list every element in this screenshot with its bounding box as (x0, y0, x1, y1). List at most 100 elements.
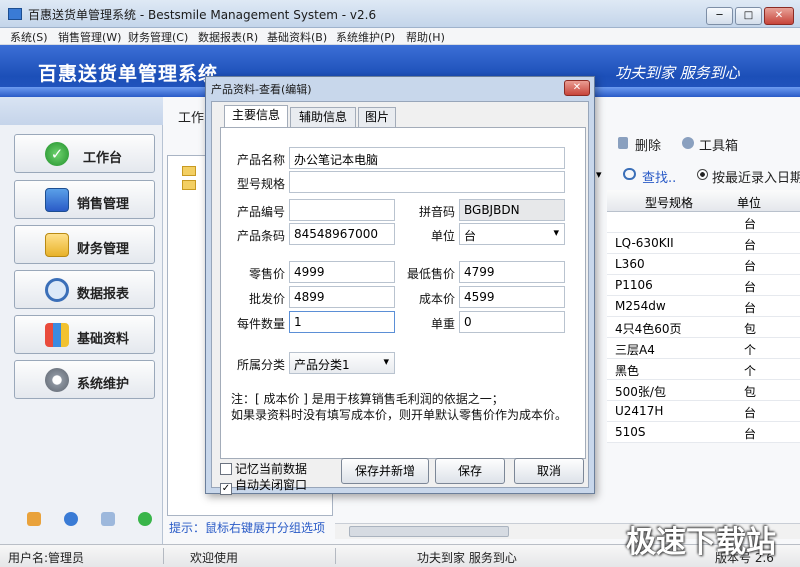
chevron-down-icon[interactable]: ▾ (596, 168, 602, 181)
sidebar-item-workbench[interactable]: ✓ 工作台 (14, 134, 155, 173)
sidebar-item-finance[interactable]: 财务管理 (14, 225, 155, 264)
remember-data-checkbox[interactable]: 记忆当前数据 (220, 460, 307, 477)
menu-maintenance[interactable]: 系统维护(P) (336, 29, 395, 45)
table-row[interactable]: 台 (607, 212, 800, 233)
unit-weight-field[interactable]: 0 (459, 311, 565, 333)
clock-icon[interactable] (64, 512, 78, 526)
table-row[interactable]: U2417H 台 (607, 401, 800, 422)
app-logo-text: 百惠送货单管理系统 (38, 63, 219, 85)
sidebar-item-maintenance[interactable]: 系统维护 (14, 360, 155, 399)
grid-header: 型号规格 单位 (607, 190, 800, 212)
table-row[interactable]: 510S 台 (607, 422, 800, 443)
search-icon[interactable] (101, 512, 115, 526)
tab-main-info[interactable]: 主要信息 (224, 105, 288, 128)
product-name-field[interactable]: 办公笔记本电脑 (289, 147, 565, 169)
category-select[interactable]: 产品分类1 (289, 352, 395, 374)
title-bar: 百惠送货单管理系统 - Bestsmile Management System … (0, 0, 800, 28)
sort-radio[interactable] (697, 169, 708, 180)
close-button[interactable]: ✕ (764, 7, 794, 25)
dialog-title: 产品资料-查看(编辑) (211, 83, 312, 96)
sidebar-item-basic-data[interactable]: 基础资料 (14, 315, 155, 354)
menu-help[interactable]: 帮助(H) (406, 29, 445, 45)
cell-model: L360 (615, 257, 645, 271)
menu-finance[interactable]: 财务管理(C) (128, 29, 188, 45)
checkbox-box[interactable] (220, 463, 232, 475)
retail-price-field[interactable]: 4999 (289, 261, 395, 283)
sidebar-item-sales[interactable]: 销售管理 (14, 180, 155, 219)
sidebar-item-label: 销售管理 (77, 197, 130, 212)
pinyin-label: 拼音码 (418, 205, 455, 219)
menu-reports[interactable]: 数据报表(R) (198, 29, 258, 45)
cell-model: 4只4色60页 (615, 322, 682, 336)
checkbox-box-checked[interactable]: ✓ (220, 483, 232, 495)
cell-model: 500张/包 (615, 385, 666, 399)
minimize-button[interactable]: ─ (706, 7, 733, 25)
sidebar-item-label: 工作台 (83, 151, 123, 166)
cell-model: M254dw (615, 299, 666, 313)
cell-model: 黑色 (615, 364, 640, 378)
menu-system[interactable]: 系统(S) (10, 29, 48, 45)
table-row[interactable]: L360 台 (607, 254, 800, 275)
scrollbar-thumb[interactable] (349, 526, 509, 537)
save-button[interactable]: 保存 (435, 458, 505, 484)
checkbox-label: 自动关闭窗口 (235, 478, 308, 492)
wholesale-price-field[interactable]: 4899 (289, 286, 395, 308)
table-row[interactable]: 4只4色60页 包 (607, 317, 800, 338)
cell-unit: 台 (744, 301, 757, 315)
sidebar-item-label: 财务管理 (77, 242, 130, 257)
cell-unit: 包 (744, 322, 757, 336)
status-user: 用户名:管理员 (8, 551, 85, 565)
model-field[interactable] (289, 171, 565, 193)
magnifier-icon (45, 278, 69, 302)
tab-images[interactable]: 图片 (358, 107, 396, 128)
auto-close-checkbox[interactable]: ✓ 自动关闭窗口 (220, 476, 307, 495)
barcode-field[interactable]: 84548967000 (289, 223, 395, 245)
cell-model: LQ-630KII (615, 236, 674, 250)
toolbox-button[interactable]: 工具箱 (699, 135, 738, 154)
status-divider (335, 548, 336, 564)
tool-icon[interactable] (27, 512, 41, 526)
table-row[interactable]: P1106 台 (607, 275, 800, 296)
sidebar-item-reports[interactable]: 数据报表 (14, 270, 155, 309)
banner-slogan: 功夫到家 服务到心 (615, 64, 740, 82)
wholesale-price-label: 批发价 (248, 292, 285, 306)
tab-extra-info[interactable]: 辅助信息 (290, 107, 356, 128)
name-label: 产品名称 (236, 153, 285, 167)
column-header-model[interactable]: 型号规格 (645, 194, 693, 211)
search-icon (623, 168, 636, 180)
maximize-button[interactable]: □ (735, 7, 762, 25)
save-and-new-button[interactable]: 保存并新增 (341, 458, 429, 484)
min-price-label: 最低售价 (406, 267, 455, 281)
column-header-unit[interactable]: 单位 (737, 194, 761, 211)
search-link[interactable]: 查找.. (642, 167, 676, 186)
trash-icon (618, 137, 628, 149)
table-row[interactable]: LQ-630KII 台 (607, 233, 800, 254)
cost-price-field[interactable]: 4599 (459, 286, 565, 308)
menu-sales[interactable]: 销售管理(W) (58, 29, 121, 45)
add-icon[interactable] (138, 512, 152, 526)
status-welcome: 欢迎使用 (190, 551, 239, 565)
table-row[interactable]: 三层A4 个 (607, 338, 800, 359)
cell-model: 510S (615, 425, 646, 439)
folder-icon (182, 166, 196, 176)
table-row[interactable]: 黑色 个 (607, 359, 800, 380)
table-row[interactable]: M254dw 台 (607, 296, 800, 317)
sidebar-header (0, 97, 163, 125)
product-code-field[interactable] (289, 199, 395, 221)
cell-unit: 台 (744, 406, 757, 420)
menu-basic-data[interactable]: 基础资料(B) (267, 29, 327, 45)
min-price-field[interactable]: 4799 (459, 261, 565, 283)
cell-unit: 个 (744, 343, 757, 357)
model-label: 型号规格 (236, 177, 285, 191)
gear-icon (45, 368, 69, 392)
dialog-close-button[interactable]: ✕ (564, 80, 590, 96)
qty-per-pack-label: 每件数量 (236, 317, 285, 331)
cell-unit: 台 (744, 238, 757, 252)
unit-select[interactable]: 台 (459, 223, 565, 245)
cost-note-line2: 如果录资料时没有填写成本价，则开单默认零售价作为成本价。 (231, 408, 568, 422)
cancel-button[interactable]: 取消 (514, 458, 584, 484)
delete-button[interactable]: 删除 (635, 135, 661, 154)
table-row[interactable]: 500张/包 包 (607, 380, 800, 401)
tab-workbench[interactable]: 工作 (178, 107, 204, 126)
qty-per-pack-field[interactable]: 1 (289, 311, 395, 333)
